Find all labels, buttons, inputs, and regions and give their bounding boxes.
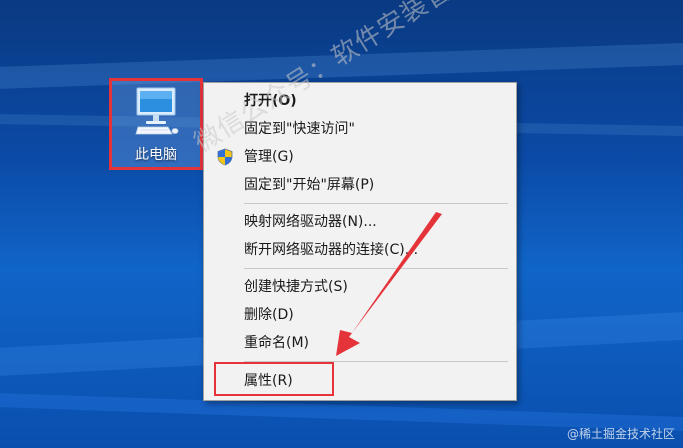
menu-separator [244, 361, 508, 362]
menu-separator [244, 203, 508, 204]
menu-item-pin-quick-access[interactable]: 固定到"快速访问" [204, 116, 516, 142]
menu-item-manage[interactable]: 管理(G) [204, 144, 516, 170]
menu-item-open[interactable]: 打开(O) [204, 88, 516, 114]
menu-separator [244, 268, 508, 269]
desktop-icon-this-pc[interactable]: 此电脑 [109, 78, 203, 170]
menu-item-label: 打开(O) [244, 93, 297, 109]
shield-icon [217, 148, 233, 166]
menu-item-label: 固定到"开始"屏幕(P) [244, 177, 375, 193]
menu-item-label: 删除(D) [244, 307, 294, 323]
desktop-icon-label: 此电脑 [135, 147, 177, 163]
menu-item-label: 属性(R) [244, 373, 293, 389]
context-menu: 打开(O) 固定到"快速访问" 管理(G) 固定到"开始"屏幕(P) 映射网络驱… [203, 82, 517, 401]
menu-item-label: 创建快捷方式(S) [244, 279, 348, 295]
menu-item-properties[interactable]: 属性(R) [204, 368, 516, 394]
menu-item-label: 重命名(M) [244, 335, 310, 351]
menu-item-disconnect-network-drive[interactable]: 断开网络驱动器的连接(C)... [204, 237, 516, 263]
menu-item-map-network-drive[interactable]: 映射网络驱动器(N)... [204, 209, 516, 235]
menu-item-create-shortcut[interactable]: 创建快捷方式(S) [204, 274, 516, 300]
menu-item-label: 固定到"快速访问" [244, 121, 355, 137]
menu-item-label: 映射网络驱动器(N)... [244, 214, 377, 230]
menu-item-label: 断开网络驱动器的连接(C)... [244, 242, 419, 258]
computer-icon [135, 87, 179, 135]
menu-item-delete[interactable]: 删除(D) [204, 302, 516, 328]
menu-item-label: 管理(G) [244, 149, 294, 165]
menu-item-rename[interactable]: 重命名(M) [204, 330, 516, 356]
credit-text: @稀土掘金技术社区 [566, 427, 675, 441]
menu-item-pin-start[interactable]: 固定到"开始"屏幕(P) [204, 172, 516, 198]
